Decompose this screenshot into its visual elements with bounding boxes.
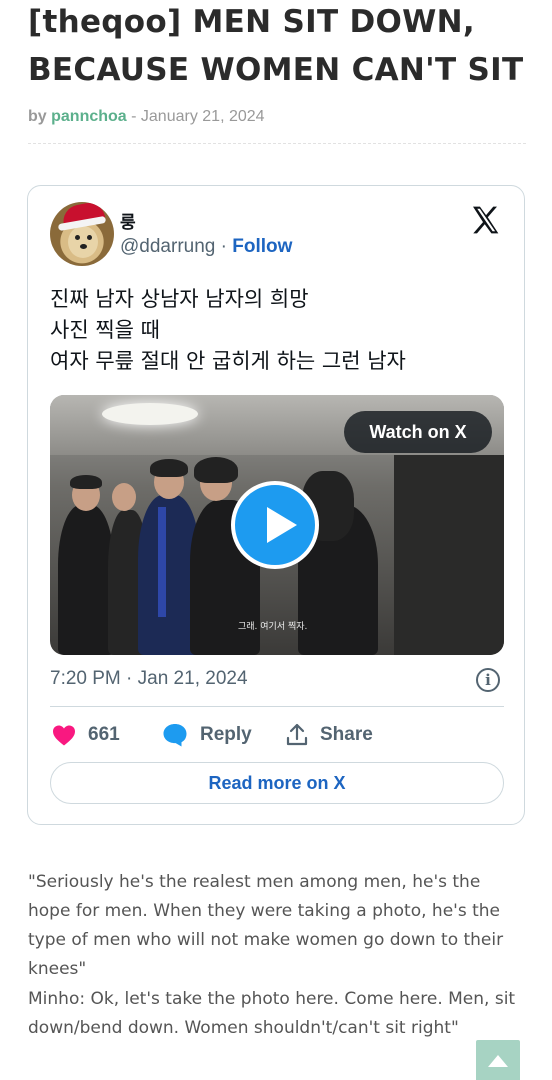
article-byline: by pannchoa - January 21, 2024 — [28, 108, 265, 126]
translation-paragraph: "Seriously he's the realest men among me… — [28, 872, 504, 979]
byline-separator: - — [126, 108, 141, 125]
byline-by-label: by — [28, 108, 47, 125]
share-label: Share — [320, 724, 373, 745]
share-icon — [286, 723, 308, 746]
tweet-text: 진짜 남자 상남자 남자의 희망 사진 찍을 때 여자 무릎 절대 안 굽히게 … — [50, 287, 406, 373]
tweet-divider — [50, 706, 504, 707]
tweet-timestamp[interactable]: 7:20 PM · Jan 21, 2024 — [50, 668, 248, 690]
tweet-display-name[interactable]: 룽 — [120, 208, 136, 233]
video-subtitle: 그래. 여기서 찍자. — [238, 622, 308, 632]
handle-dot: · — [215, 236, 233, 257]
tweet-video[interactable]: Watch on X 그래. 여기서 찍자. — [50, 395, 504, 655]
embedded-tweet[interactable]: 룽 @ddarrung · Follow 진짜 남자 상남자 남자의 희망 사진… — [27, 185, 525, 825]
avatar[interactable] — [50, 202, 114, 266]
scroll-to-top-button[interactable] — [476, 1040, 520, 1080]
reply-bubble-icon — [163, 724, 187, 747]
quote-paragraph: Minho: Ok, let's take the photo here. Co… — [28, 989, 516, 1038]
heart-icon — [53, 725, 75, 746]
reply-label: Reply — [200, 724, 252, 745]
watch-on-x-button[interactable]: Watch on X — [344, 411, 492, 453]
info-icon[interactable]: i — [476, 668, 500, 692]
like-count: 661 — [88, 724, 120, 745]
header-divider — [28, 143, 526, 144]
reply-button[interactable]: Reply — [162, 722, 252, 748]
like-button[interactable]: 661 — [52, 722, 120, 748]
follow-button[interactable]: Follow — [232, 236, 292, 257]
read-more-button[interactable]: Read more on X — [50, 762, 504, 804]
tweet-handle-row: @ddarrung · Follow — [120, 236, 292, 258]
article-title: [theqoo] MEN SIT DOWN, BECAUSE WOMEN CAN… — [28, 4, 524, 88]
x-logo-icon[interactable] — [468, 204, 502, 236]
play-icon[interactable] — [231, 481, 319, 569]
article-date: January 21, 2024 — [140, 108, 265, 125]
share-button[interactable]: Share — [286, 722, 373, 748]
author-link[interactable]: pannchoa — [51, 108, 127, 125]
tweet-handle[interactable]: @ddarrung — [120, 236, 215, 257]
